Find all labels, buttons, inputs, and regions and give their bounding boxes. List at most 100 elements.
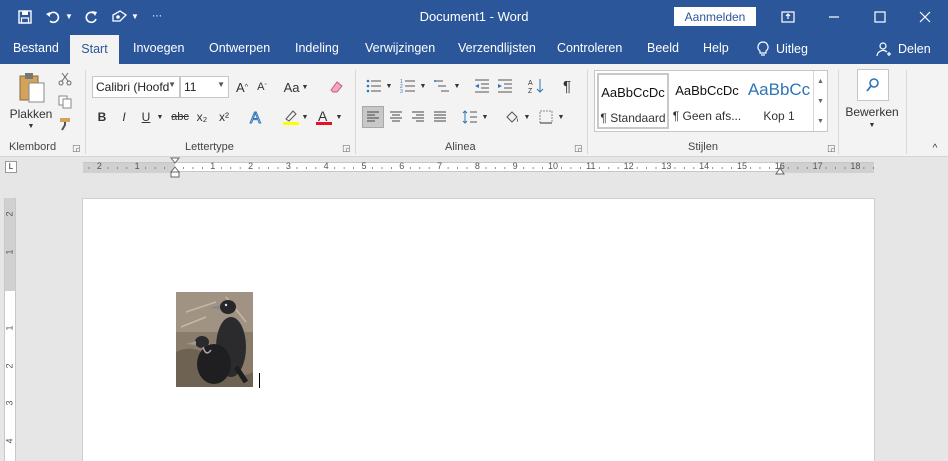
multilevel-list-icon[interactable] (432, 76, 452, 96)
signin-button[interactable]: Aanmelden (674, 7, 756, 26)
styles-down-icon[interactable]: ▼ (817, 98, 824, 105)
styles-launcher-icon[interactable]: ◲ (827, 143, 836, 154)
cut-icon[interactable] (56, 70, 74, 88)
font-color-icon[interactable]: A (313, 106, 335, 128)
indent-markers-icon[interactable] (169, 157, 181, 178)
save-icon[interactable] (14, 6, 36, 28)
borders-dropdown-icon[interactable]: ▼ (556, 107, 566, 127)
editing-dropdown-icon[interactable]: ▼ (866, 120, 878, 130)
tab-start[interactable]: Start (70, 35, 119, 64)
paste-icon[interactable] (12, 70, 52, 106)
touch-mode-dropdown-icon[interactable]: ▼ (130, 6, 140, 28)
shading-icon[interactable] (502, 106, 522, 128)
bullets-dropdown-icon[interactable]: ▼ (384, 77, 394, 95)
tab-controleren[interactable]: Controleren (549, 33, 630, 64)
editing-button[interactable]: Bewerken (842, 104, 902, 120)
styles-group-label: Stijlen (688, 141, 718, 153)
line-spacing-dropdown-icon[interactable]: ▼ (480, 107, 490, 127)
collapse-ribbon-icon[interactable]: ^ (928, 142, 942, 154)
shrink-font-icon[interactable]: Aˇ (253, 77, 271, 97)
multilevel-dropdown-icon[interactable]: ▼ (452, 77, 462, 95)
share-button[interactable]: Delen (876, 33, 931, 64)
text-effects-icon[interactable]: A (246, 106, 268, 128)
grow-font-icon[interactable]: A ^ (233, 77, 251, 97)
font-size-combo[interactable]: 11 ▼ (180, 76, 229, 98)
ruler-number: 1 (210, 161, 216, 171)
show-formatting-marks-icon[interactable]: ¶ (557, 76, 577, 96)
search-icon[interactable] (857, 69, 889, 101)
style-geen-afstand[interactable]: AaBbCcDc ¶ Geen afs... (671, 73, 743, 129)
decrease-indent-icon[interactable] (472, 76, 492, 96)
increase-indent-icon[interactable] (495, 76, 515, 96)
numbering-dropdown-icon[interactable]: ▼ (418, 77, 428, 95)
close-icon[interactable] (902, 0, 948, 33)
touch-mode-icon[interactable] (108, 6, 130, 28)
line-spacing-icon[interactable] (460, 106, 480, 128)
tab-verzendlijsten[interactable]: Verzendlijsten (450, 33, 544, 64)
style-standaard[interactable]: AaBbCcDc ¶ Standaard (597, 73, 669, 129)
justify-icon[interactable] (429, 106, 451, 128)
inserted-photo-cormorants[interactable] (176, 292, 253, 387)
style-name: ¶ Geen afs... (672, 109, 742, 123)
tab-beeld[interactable]: Beeld (639, 33, 687, 64)
bold-button[interactable]: B (94, 107, 110, 127)
format-painter-icon[interactable] (56, 115, 74, 133)
underline-button[interactable]: U (138, 107, 154, 127)
styles-gallery: AaBbCcDc ¶ Standaard AaBbCcDc ¶ Geen afs… (594, 70, 828, 132)
borders-icon[interactable] (536, 106, 556, 128)
tab-ontwerpen[interactable]: Ontwerpen (201, 33, 278, 64)
underline-dropdown-icon[interactable]: ▼ (155, 107, 165, 127)
styles-scroll[interactable]: ▲ ▼ ▼ (813, 71, 827, 131)
ruler-number: 2 (96, 161, 102, 171)
highlight-dropdown-icon[interactable]: ▼ (300, 107, 310, 127)
tab-indeling[interactable]: Indeling (287, 33, 347, 64)
undo-icon[interactable] (42, 6, 64, 28)
paragraph-launcher-icon[interactable]: ◲ (574, 143, 583, 154)
paste-button[interactable]: Plakken (8, 106, 54, 122)
align-center-icon[interactable] (385, 106, 407, 128)
font-name-combo[interactable]: Calibri (Hoofd ▼ (92, 76, 180, 98)
vertical-ruler[interactable]: 2 1 1 2 3 4 (4, 198, 16, 461)
highlight-icon[interactable] (280, 106, 302, 128)
share-label: Delen (898, 41, 931, 56)
minimize-icon[interactable] (811, 0, 857, 33)
customize-qat-icon[interactable]: ⋯ (146, 6, 168, 28)
shading-dropdown-icon[interactable]: ▼ (522, 107, 532, 127)
ruler-number: 8 (474, 161, 480, 171)
styles-up-icon[interactable]: ▲ (817, 78, 824, 85)
undo-dropdown-icon[interactable]: ▼ (64, 6, 74, 28)
ribbon-display-options-icon[interactable] (765, 0, 811, 33)
tab-invoegen[interactable]: Invoegen (125, 33, 192, 64)
vertical-scrollbar[interactable] (934, 177, 948, 461)
change-case-button[interactable]: Aa ▼ (282, 77, 310, 97)
align-right-icon[interactable] (407, 106, 429, 128)
style-sample: AaBbCc (747, 80, 811, 99)
maximize-icon[interactable] (857, 0, 903, 33)
redo-icon[interactable] (80, 6, 102, 28)
font-color-dropdown-icon[interactable]: ▼ (334, 107, 344, 127)
italic-button[interactable]: I (116, 107, 132, 127)
subscript-button[interactable]: x₂ (193, 107, 211, 127)
strikethrough-button[interactable]: abc (169, 107, 191, 127)
superscript-button[interactable]: x² (215, 107, 233, 127)
vertical-ruler-number: 1 (4, 249, 15, 255)
numbering-icon[interactable]: 123 (398, 76, 418, 96)
clipboard-launcher-icon[interactable]: ◲ (72, 143, 81, 154)
tell-me-box[interactable]: Uitleg (756, 33, 808, 64)
share-person-icon (876, 41, 891, 56)
horizontal-ruler[interactable]: 2 1 1 2 3 4 5 6 7 8 9 10 11 12 13 14 15 16 17 18 (83, 157, 874, 178)
tab-help[interactable]: Help (695, 33, 737, 64)
copy-icon[interactable] (56, 93, 74, 111)
align-left-icon[interactable] (362, 106, 384, 128)
document-page[interactable] (82, 198, 875, 461)
bullets-icon[interactable] (364, 76, 384, 96)
tab-selector[interactable]: L (5, 161, 17, 173)
styles-more-icon[interactable]: ▼ (817, 118, 824, 125)
style-kop-1[interactable]: AaBbCc Kop 1 (743, 73, 815, 129)
paste-dropdown-icon[interactable]: ▼ (24, 121, 38, 131)
tab-verwijzingen[interactable]: Verwijzingen (357, 33, 443, 64)
sort-icon[interactable]: AZ (526, 76, 546, 96)
tab-bestand[interactable]: Bestand (5, 33, 67, 64)
clear-formatting-icon[interactable] (326, 77, 346, 97)
font-launcher-icon[interactable]: ◲ (342, 143, 351, 154)
